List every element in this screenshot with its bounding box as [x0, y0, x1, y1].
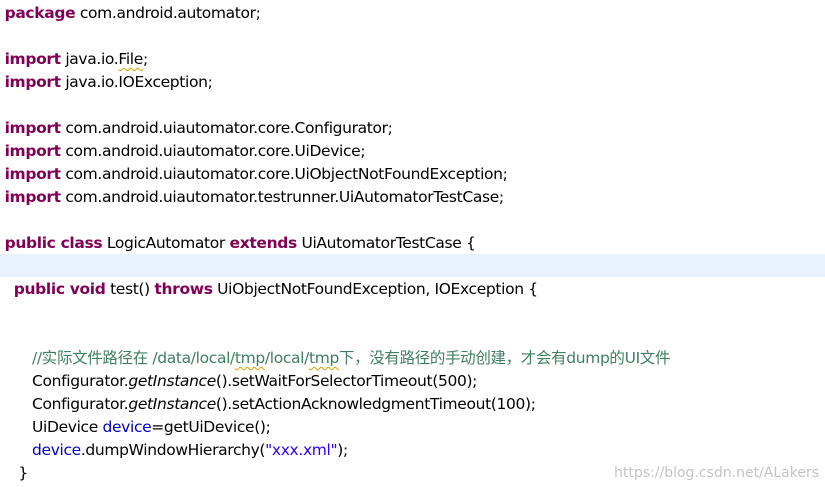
keyword-public-void: public void — [13, 280, 106, 298]
code-editor[interactable]: package com.android.automator; import ja… — [0, 0, 825, 487]
code-line-import-testcase[interactable]: import com.android.uiautomator.testrunne… — [0, 186, 825, 209]
import-path: com.android.uiautomator.core.UiObjectNot… — [65, 165, 508, 183]
code-line-package[interactable]: package com.android.automator; — [0, 2, 825, 25]
superclass-name: UiAutomatorTestCase { — [301, 234, 476, 252]
code-line-import-uiobjectnotfound[interactable]: import com.android.uiautomator.core.UiOb… — [0, 163, 825, 186]
static-method: getInstance — [128, 372, 216, 390]
import-path: com.android.uiautomator.core.UiDevice; — [65, 142, 366, 160]
class-ref: Configurator. — [32, 395, 129, 413]
import-path: java.io. — [65, 50, 119, 68]
class-ref: Configurator. — [32, 372, 129, 390]
spelling-squiggle: File — [118, 50, 143, 68]
variable-device: device — [32, 441, 81, 459]
code-line-current[interactable] — [0, 254, 825, 277]
watermark-text: https://blog.csdn.net/ALakers — [614, 465, 819, 481]
assignment-expr: =getUiDevice(); — [151, 418, 271, 436]
closing-brace: } — [18, 464, 28, 482]
method-call: ().setWaitForSelectorTimeout(500); — [215, 372, 478, 390]
keyword-import: import — [4, 165, 62, 183]
comment-text: 下，没有路径的手动创建，才会有dump的UI文件 — [338, 349, 671, 367]
keyword-public-class: public class — [4, 234, 103, 252]
keyword-package: package — [4, 4, 76, 22]
keyword-extends: extends — [229, 234, 298, 252]
string-literal: "xxx.xml" — [265, 441, 338, 459]
code-line-class-declaration[interactable]: public class LogicAutomator extends UiAu… — [0, 232, 825, 255]
keyword-import: import — [4, 119, 62, 137]
code-line-import-configurator[interactable]: import com.android.uiautomator.core.Conf… — [0, 117, 825, 140]
call-end: ); — [337, 441, 348, 459]
keyword-import: import — [4, 73, 62, 91]
keyword-import: import — [4, 188, 62, 206]
variable-device: device — [102, 418, 152, 436]
import-path: com.android.uiautomator.testrunner.UiAut… — [65, 188, 504, 206]
import-semicolon: ; — [142, 50, 148, 68]
code-line-import-file[interactable]: import java.io.File; — [0, 48, 825, 71]
keyword-import: import — [4, 142, 62, 160]
code-line-set-wait-timeout[interactable]: Configurator.getInstance().setWaitForSel… — [0, 370, 825, 393]
keyword-import: import — [4, 50, 62, 68]
method-call: .dumpWindowHierarchy( — [80, 441, 266, 459]
keyword-throws: throws — [154, 280, 213, 298]
method-call: ().setActionAcknowledgmentTimeout(100); — [215, 395, 536, 413]
code-line-get-ui-device[interactable]: UiDevice device=getUiDevice(); — [0, 416, 825, 439]
class-name: LogicAutomator — [106, 234, 225, 252]
type-name: UiDevice — [32, 418, 103, 436]
throws-list: UiObjectNotFoundException, IOException { — [217, 280, 538, 298]
static-method: getInstance — [128, 395, 216, 413]
code-line-import-uidevice[interactable]: import com.android.uiautomator.core.UiDe… — [0, 140, 825, 163]
import-path: com.android.uiautomator.core.Configurato… — [65, 119, 393, 137]
spelling-squiggle: tmp — [309, 349, 339, 367]
import-path: java.io.IOException; — [65, 73, 213, 91]
spelling-squiggle: tmp — [234, 349, 265, 367]
comment-text: /local/ — [264, 349, 310, 367]
method-name: test() — [110, 280, 150, 298]
code-line-method-declaration[interactable]: public void test() throws UiObjectNotFou… — [0, 278, 825, 301]
package-name: com.android.automator; — [79, 4, 261, 22]
comment-text: //实际文件路径在 /data/local/ — [32, 349, 235, 367]
code-line-set-ack-timeout[interactable]: Configurator.getInstance().setActionAckn… — [0, 393, 825, 416]
code-line-dump-hierarchy[interactable]: device.dumpWindowHierarchy("xxx.xml"); — [0, 439, 825, 462]
code-line-comment[interactable]: //实际文件路径在 /data/local/tmp/local/tmp下，没有路… — [0, 347, 825, 370]
code-line-import-ioexception[interactable]: import java.io.IOException; — [0, 71, 825, 94]
